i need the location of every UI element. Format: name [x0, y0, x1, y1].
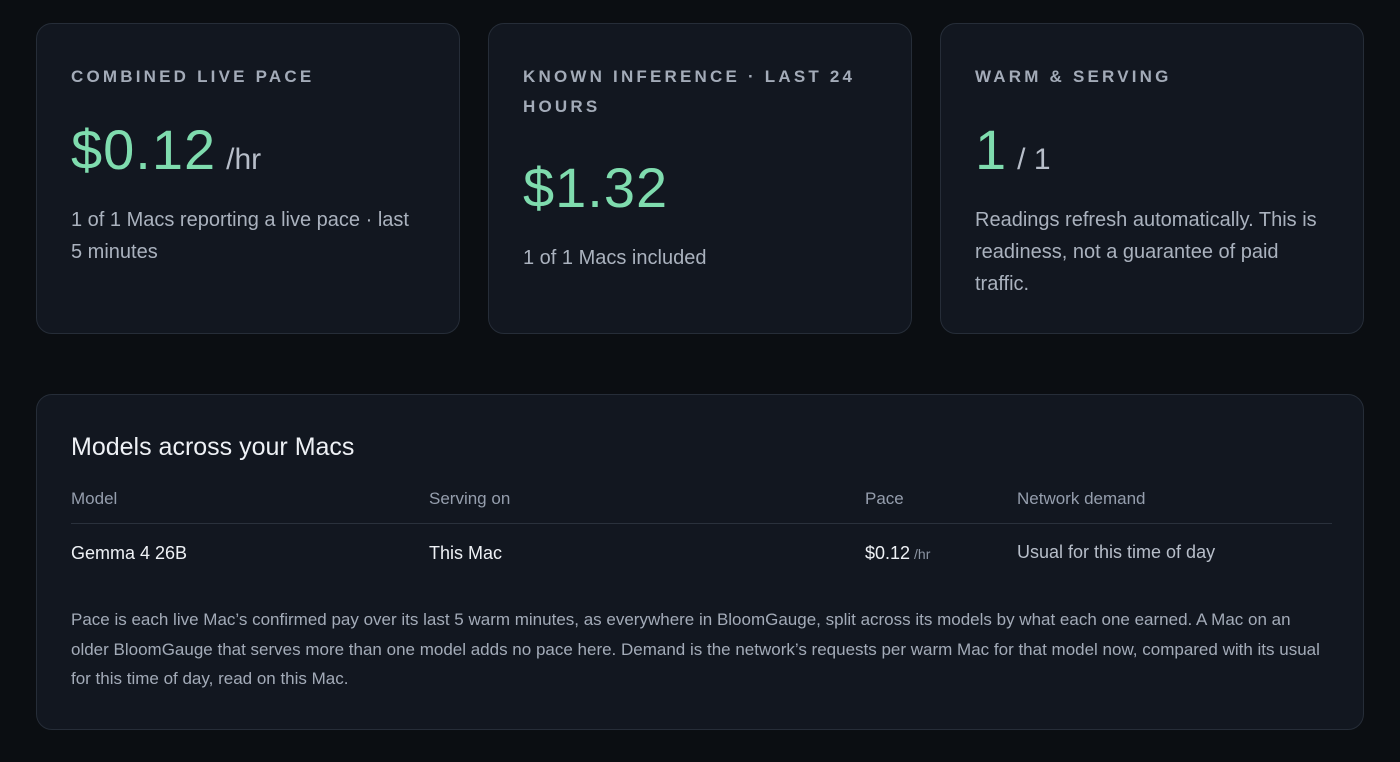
stat-value: $1.32 [523, 156, 877, 220]
models-table: Model Serving on Pace Network demand Gem… [71, 485, 1332, 583]
stat-label: WARM & SERVING [975, 67, 1172, 86]
stat-value-amount: $1.32 [523, 156, 669, 219]
stat-label: COMBINED LIVE PACE [71, 67, 315, 86]
models-card: Models across your Macs Model Serving on… [36, 394, 1364, 730]
stat-value-unit: /hr [226, 143, 262, 176]
pace-amount: $0.12 [865, 542, 911, 563]
network-demand-cell: Usual for this time of day [1017, 541, 1216, 562]
model-cell: Gemma 4 26B [71, 542, 188, 563]
pace-cell: $0.12/hr [865, 523, 1017, 583]
stat-note: 1 of 1 Macs reporting a live pace · last… [71, 209, 409, 263]
combined-live-pace-card: COMBINED LIVE PACE $0.12 /hr 1 of 1 Macs… [36, 23, 460, 334]
table-row: Gemma 4 26B This Mac $0.12/hr Usual for … [71, 523, 1332, 583]
stat-value-unit: / 1 [1017, 143, 1051, 176]
table-header-row: Model Serving on Pace Network demand [71, 485, 1332, 524]
serving-on-cell: This Mac [429, 542, 503, 563]
stat-note: 1 of 1 Macs included [523, 247, 707, 269]
stat-value: 1 / 1 [975, 118, 1329, 182]
stat-value-amount: $0.12 [71, 118, 217, 181]
column-header-serving-on: Serving on [429, 485, 865, 524]
models-footnote: Pace is each live Mac’s confirmed pay ov… [71, 610, 1320, 688]
column-header-model: Model [71, 485, 429, 524]
stat-label: KNOWN INFERENCE · LAST 24 HOURS [523, 67, 856, 116]
models-title: Models across your Macs [71, 433, 355, 461]
pace-unit: /hr [914, 545, 931, 562]
stat-value-amount: 1 [975, 118, 1008, 181]
stat-value: $0.12 /hr [71, 118, 425, 182]
column-header-pace: Pace [865, 485, 1017, 524]
known-inference-card: KNOWN INFERENCE · LAST 24 HOURS $1.32 1 … [488, 23, 912, 334]
stat-note: Readings refresh automatically. This is … [975, 209, 1317, 295]
stat-cards: COMBINED LIVE PACE $0.12 /hr 1 of 1 Macs… [36, 23, 1364, 334]
column-header-network-demand: Network demand [1017, 485, 1332, 524]
warm-serving-card: WARM & SERVING 1 / 1 Readings refresh au… [940, 23, 1364, 334]
